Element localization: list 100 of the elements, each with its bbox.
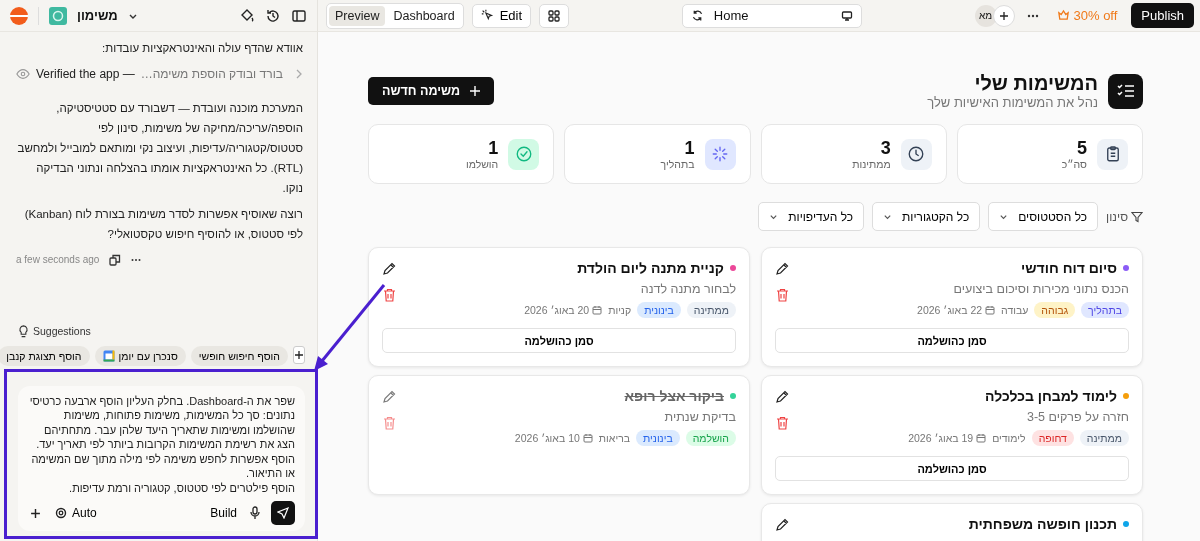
stat-label: ממתינות xyxy=(852,158,891,170)
task-title: ביקור אצל רופא xyxy=(624,388,724,404)
pencil-icon xyxy=(775,518,789,532)
trash-icon xyxy=(383,288,396,302)
pencil-icon xyxy=(775,262,789,276)
more-icon[interactable] xyxy=(131,258,142,262)
stat-label: בתהליך xyxy=(660,158,695,170)
status-tag: הושלמה xyxy=(685,430,736,446)
pencil-icon xyxy=(382,262,396,276)
calendar-icon xyxy=(976,433,987,443)
address-field[interactable]: Home xyxy=(681,3,862,28)
priority-tag: בינונית xyxy=(636,430,680,446)
stat-label: הושלמו xyxy=(465,158,499,170)
stat-icon xyxy=(1097,138,1128,170)
priority-tag: גבוהה xyxy=(1034,302,1076,318)
suggestion-chip[interactable]: סנכרן עם יומן xyxy=(94,345,186,366)
stat-value: 5 xyxy=(1076,138,1087,158)
priority-tag: בינונית xyxy=(637,302,681,318)
task-description: הכנס נתוני מכירות וסיכום ביצועים xyxy=(952,282,1129,296)
calendar-icon xyxy=(985,305,996,315)
edit-button[interactable] xyxy=(775,390,789,404)
page-title: המשימות שלי xyxy=(973,72,1098,95)
refresh-icon[interactable] xyxy=(690,9,704,22)
task-category: בריאות xyxy=(598,432,631,444)
suggestion-chip[interactable]: הוסף חיפוש חופשי xyxy=(190,345,288,366)
view-tab[interactable]: Dashboard xyxy=(387,5,461,26)
trash-icon xyxy=(776,288,789,302)
calendar-icon xyxy=(582,433,593,443)
suggestions-label: Suggestions xyxy=(33,325,91,337)
send-button[interactable] xyxy=(271,501,295,525)
cursor-icon xyxy=(480,9,494,22)
copy-icon[interactable] xyxy=(109,254,122,266)
stat-value: 1 xyxy=(683,138,695,158)
new-task-button[interactable]: משימה חדשה xyxy=(368,77,495,105)
delete-button[interactable] xyxy=(775,288,789,302)
microphone-icon[interactable] xyxy=(249,506,261,520)
grid-icon xyxy=(548,9,561,22)
logo-icon[interactable] xyxy=(10,6,28,25)
step-label[interactable]: Verified the app — xyxy=(36,64,135,84)
task-date: 22 באוג׳ 2026 xyxy=(917,304,983,316)
stat-label: סה״כ xyxy=(1061,158,1087,170)
mark-complete-button[interactable]: סמן כהושלמה xyxy=(382,328,736,353)
filter-dropdown[interactable]: כל הקטגוריות xyxy=(872,202,981,231)
task-title: סיום דוח חודשי xyxy=(1021,260,1117,276)
crown-icon xyxy=(1056,9,1070,22)
chevron-down-icon xyxy=(769,212,779,221)
mode-button[interactable]: Auto xyxy=(53,504,99,522)
step-detail: בורד ובודק הוספת משימה… xyxy=(140,66,283,83)
more-icon xyxy=(1026,13,1039,18)
stat-value: 3 xyxy=(879,138,891,158)
add-suggestion-button[interactable] xyxy=(293,345,305,364)
send-icon xyxy=(277,507,289,519)
task-category: לימודים xyxy=(992,432,1026,444)
publish-button[interactable]: Publish xyxy=(1131,3,1194,28)
stat-icon xyxy=(900,138,932,170)
mark-complete-button[interactable]: סמן כהושלמה xyxy=(775,328,1129,353)
edit-button[interactable] xyxy=(775,518,789,532)
priority-tag: דחופה xyxy=(1031,430,1074,446)
task-description: לבחור מתנה לדנה xyxy=(639,282,736,296)
mark-complete-button[interactable]: סמן כהושלמה xyxy=(775,456,1129,481)
lightbulb-icon xyxy=(18,324,29,338)
plus-icon xyxy=(470,86,481,96)
build-button[interactable]: Build xyxy=(208,504,239,522)
app-name[interactable]: משימון xyxy=(77,8,118,23)
status-tag: בתהליך xyxy=(1081,302,1129,318)
edit-button[interactable]: Edit xyxy=(471,3,532,28)
stat-icon xyxy=(704,138,736,170)
monitor-icon[interactable] xyxy=(840,9,853,22)
task-description: חזרה על פרקים 3-5 xyxy=(1025,410,1129,424)
edit-button[interactable] xyxy=(775,262,789,276)
chat-message: אוודא שהדף עולה והאינטראקציות עובדות: xyxy=(101,41,303,56)
user-avatar[interactable]: מא xyxy=(974,4,997,27)
task-title: תכנון חופשה משפחתית xyxy=(968,516,1117,532)
delete-button[interactable] xyxy=(382,288,396,302)
pencil-icon xyxy=(775,390,789,404)
filter-dropdown[interactable]: כל הסטטוסים xyxy=(988,202,1099,231)
pencil-icon xyxy=(382,390,396,404)
status-tag: ממתינה xyxy=(686,302,736,318)
plus-icon xyxy=(294,349,304,360)
prompt-field[interactable]: שפר את ה-Dashboard. בחלק העליון הוסף ארבעה כרטיסי נתונים: סך כל המשימות, משימות פתוחות, משימות שהושלמו ומשימות שתאריך היעד שלהן עבר. מתחתיהם הצג את רשימת המשימות הקרובות ביותר לפי תאריך יעד. הוסף אפשרות לחפש משימה לפי מילה מתוך שם המשימה או התיאור. הוסף פילטרים לפי סטטוס, קטגוריה ורמת עדיפות. xyxy=(28,393,295,495)
task-category: עבודה xyxy=(1001,304,1029,316)
history-icon[interactable] xyxy=(265,7,281,24)
filter-icon xyxy=(1131,210,1143,223)
filter-label: סינון xyxy=(1106,209,1128,224)
delete-button[interactable] xyxy=(775,416,789,430)
checklist-icon xyxy=(1108,73,1143,109)
task-description: בדיקת שנתית xyxy=(663,410,736,424)
sidebar-toggle-icon[interactable] xyxy=(291,7,307,24)
suggestion-chip[interactable]: הוסף תצוגת קנבן xyxy=(0,345,90,366)
chat-message: רוצה שאוסיף אפשרות לסדר משימות בצורת לוח (Kanban) לפי סטטוס, או להוסיף חיפוש טקסטואלי? xyxy=(23,207,303,242)
filter-dropdown[interactable]: כל העדיפויות xyxy=(758,202,865,231)
chevron-down-icon xyxy=(883,212,893,221)
task-category: קניות xyxy=(608,304,632,316)
invite-button[interactable] xyxy=(992,4,1015,27)
chat-message: המערכת מוכנה ועובדת — דשבורד עם סטטיסטיקה, הוספה/עריכה/מחיקה של משימות, סינון לפי סטטוס/קטגוריה/עדיפות, ועיצוב נקי ומותאם למובייל ולמחשב (RTL). כל האינטראקציות אומתו בהצלחה ונתוני הבדיקה נוקו. xyxy=(16,101,303,196)
view-tab[interactable]: Preview xyxy=(329,5,386,26)
chevron-down-icon xyxy=(999,212,1009,221)
plus-icon xyxy=(30,507,41,519)
grid-button[interactable] xyxy=(539,3,570,28)
edit-button[interactable] xyxy=(382,262,396,276)
